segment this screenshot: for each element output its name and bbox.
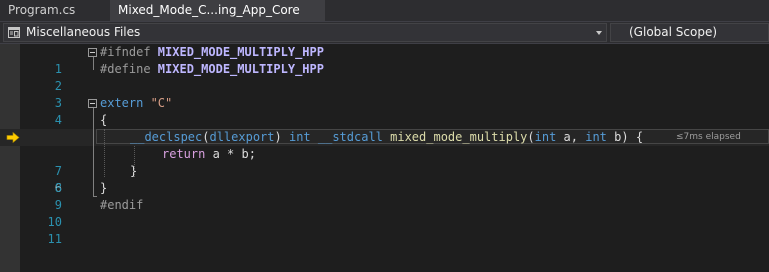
outline-bracket	[93, 108, 94, 197]
navigation-bar: Miscellaneous Files (Global Scope)	[0, 22, 769, 44]
code-line: 7 return a * b;	[0, 146, 769, 178]
macro-name: MIXED_MODE_MULTIPLY_HPP	[157, 45, 324, 59]
collapse-icon[interactable]	[88, 48, 97, 57]
keyword: return	[162, 147, 213, 161]
code-text: return a * b;	[162, 146, 256, 163]
parameter-name: a	[563, 130, 571, 144]
scope-dropdown[interactable]: (Global Scope)	[610, 23, 769, 42]
punctuation: ) {	[621, 130, 644, 144]
chevron-down-icon	[596, 31, 602, 35]
macro-name: MIXED_MODE_MULTIPLY_HPP	[157, 62, 324, 76]
keyword: int	[288, 130, 318, 144]
code-line: 5 {	[0, 112, 769, 144]
code-text: #define MIXED_MODE_MULTIPLY_HPP	[100, 61, 324, 78]
code-text: extern "C"	[100, 95, 172, 112]
keyword: dllexport	[209, 130, 275, 144]
tab-mixed-mode-core[interactable]: Mixed_Mode_C...ing_App_Core	[110, 0, 325, 21]
outline-bracket	[93, 57, 94, 70]
outline-bracket-end	[93, 196, 97, 197]
collapse-icon[interactable]	[88, 99, 97, 108]
indent-guide	[134, 146, 135, 177]
code-line: 4 extern "C"	[0, 95, 769, 127]
line-number: 11	[47, 232, 62, 246]
code-text: #endif	[100, 197, 143, 214]
project-dropdown[interactable]: Miscellaneous Files	[3, 23, 607, 42]
keyword: int	[585, 130, 615, 144]
code-text: __declspec ( dllexport) int __stdcall mixe…	[130, 129, 643, 146]
code-editor[interactable]: 1 #ifndef MIXED_MODE_MULTIPLY_HPP 2 #def…	[0, 44, 769, 272]
file-icon	[8, 27, 20, 38]
current-line: 6 __declspec(dllexport) int __stdcall mi…	[0, 129, 769, 195]
punctuation: (	[527, 130, 535, 144]
tab-program-cs[interactable]: Program.cs	[0, 0, 110, 21]
code-line: 1 #ifndef MIXED_MODE_MULTIPLY_HPP	[0, 44, 769, 76]
keyword: __declspec	[130, 130, 203, 144]
scope-label: (Global Scope)	[629, 25, 718, 39]
code-text: }	[100, 181, 108, 195]
keyword: __stdcall	[317, 130, 391, 144]
code-line: 2 #define MIXED_MODE_MULTIPLY_HPP	[0, 61, 769, 93]
preprocessor-directive: #ifndef	[100, 45, 158, 59]
punctuation: ,	[570, 130, 586, 144]
punctuation: )	[274, 130, 289, 144]
code-line: 10 #endif	[0, 197, 769, 229]
preprocessor-directive: #define	[100, 62, 158, 76]
code-text: #ifndef MIXED_MODE_MULTIPLY_HPP	[100, 44, 324, 61]
code-line: 11	[0, 214, 769, 246]
function-name: mixed_mode_multiply	[390, 130, 528, 144]
preprocessor-directive: #endif	[100, 198, 144, 212]
code-text: {	[100, 113, 108, 127]
keyword: int	[534, 130, 564, 144]
keyword: extern	[100, 96, 151, 110]
document-tab-strip: Program.cs Mixed_Mode_C...ing_App_Core	[0, 0, 769, 22]
code-line: 9 }	[0, 180, 769, 212]
expression: a * b;	[212, 147, 256, 161]
perf-tip-elapsed[interactable]: ≤7ms elapsed	[676, 129, 741, 146]
code-line: 3	[0, 78, 769, 110]
instruction-pointer-arrow-icon	[6, 132, 20, 143]
code-line: 8 }	[0, 163, 769, 195]
string-literal: "C"	[150, 96, 173, 110]
project-label: Miscellaneous Files	[26, 25, 141, 39]
indent-guide	[104, 129, 105, 177]
